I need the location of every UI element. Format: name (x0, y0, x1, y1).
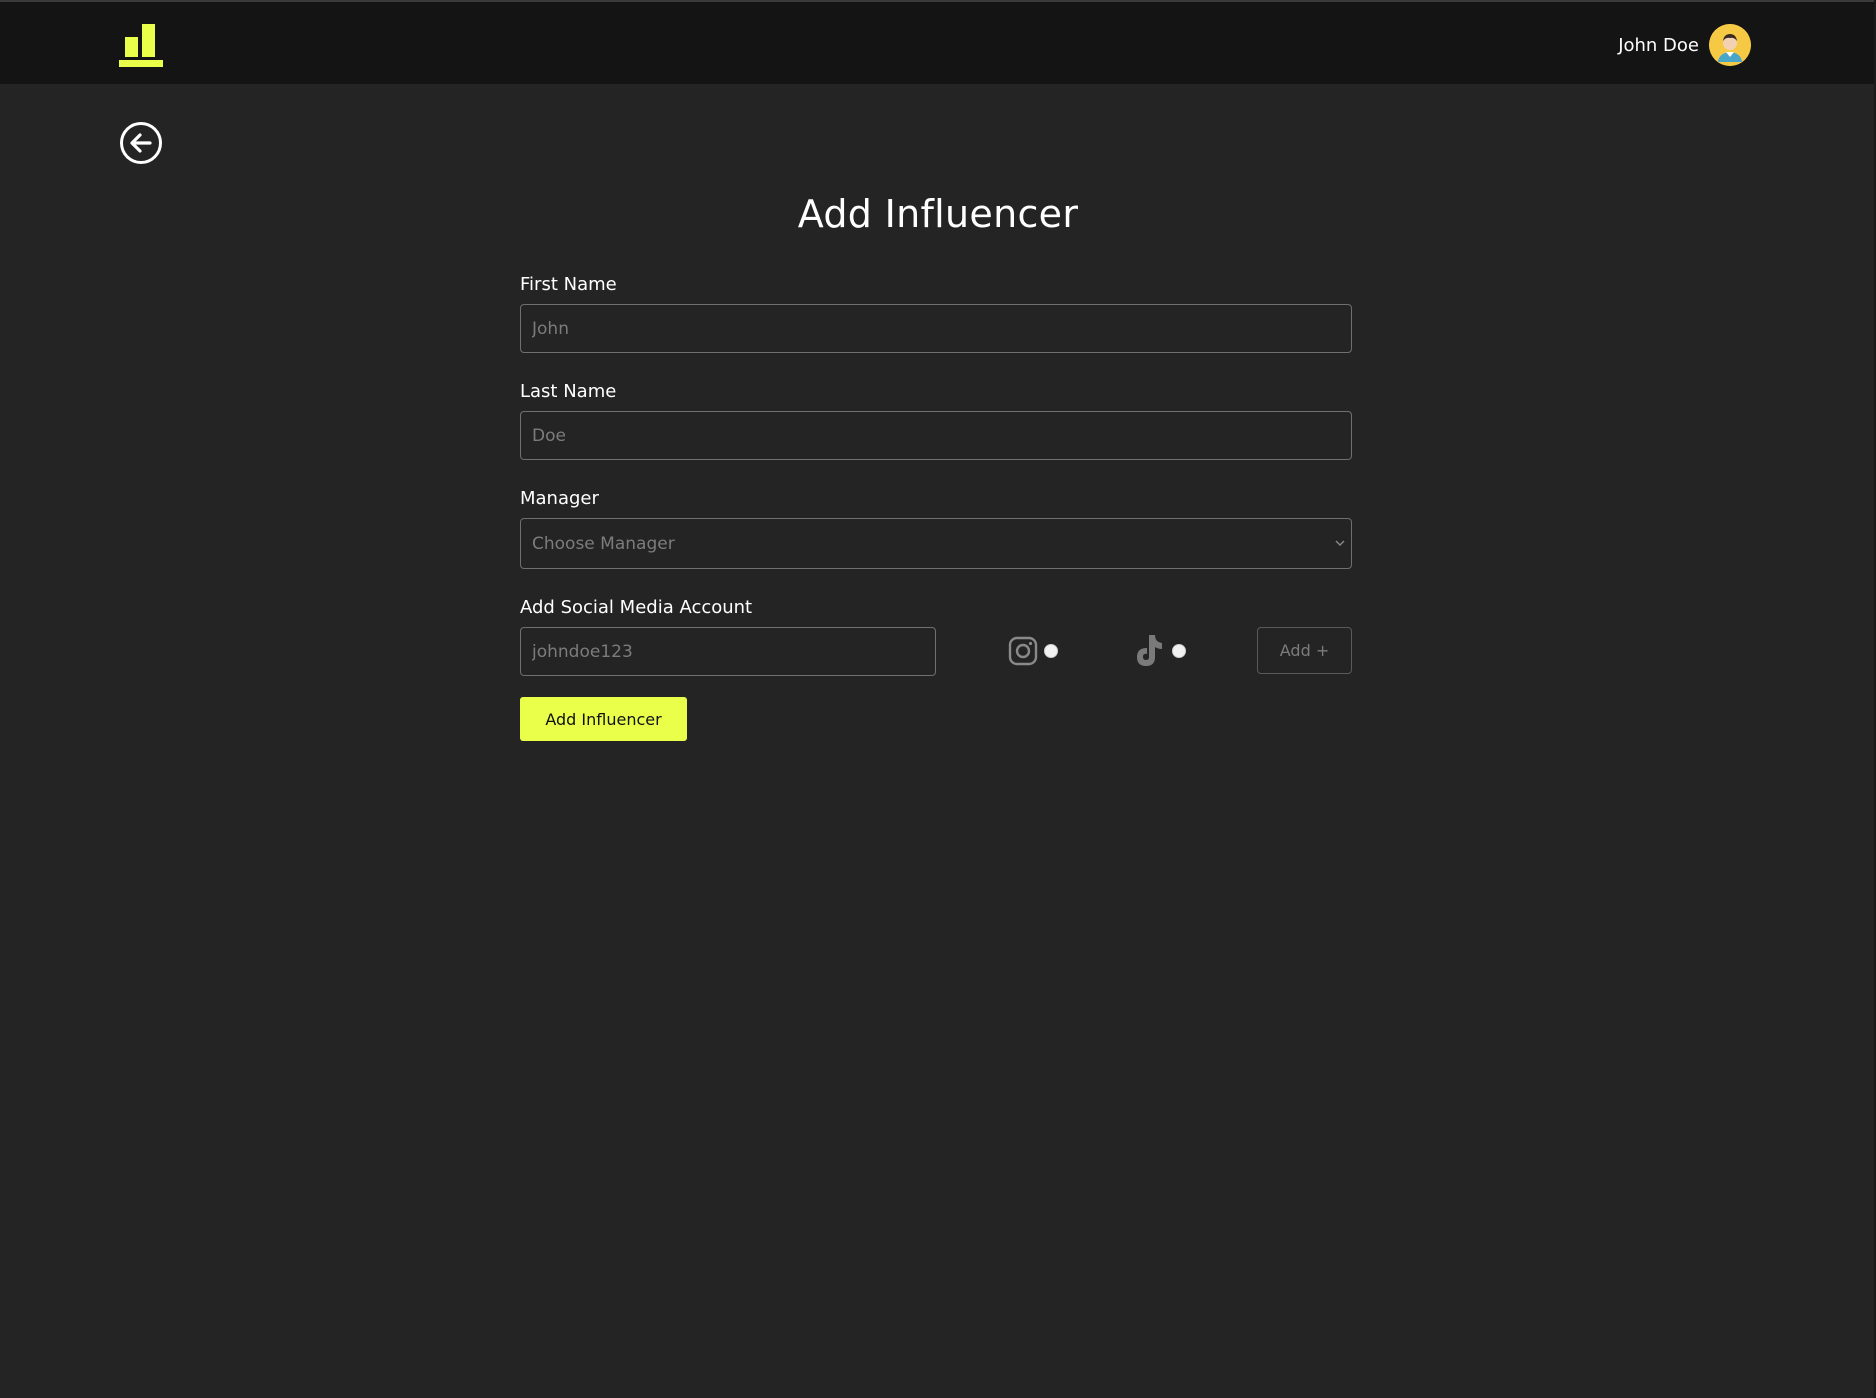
last-name-input[interactable] (520, 411, 1352, 460)
user-avatar-icon (1709, 24, 1751, 66)
social-group: Add Social Media Account johndoe123 Add … (520, 597, 1352, 676)
manager-select[interactable]: Choose Manager (520, 518, 1352, 569)
instagram-option[interactable] (1008, 633, 1058, 669)
last-name-label: Last Name (520, 381, 617, 402)
top-navbar: John Doe (0, 0, 1874, 84)
first-name-group: First Name (520, 274, 1352, 353)
tiktok-radio[interactable] (1172, 644, 1186, 658)
first-name-label: First Name (520, 274, 617, 295)
manager-label: Manager (520, 488, 599, 509)
instagram-radio[interactable] (1044, 644, 1058, 658)
social-handle-input[interactable] (520, 627, 936, 676)
back-arrow-icon[interactable] (119, 121, 163, 165)
user-name: John Doe (1618, 34, 1699, 56)
tiktok-option[interactable] (1132, 633, 1186, 669)
manager-select-value[interactable]: Choose Manager (520, 518, 1352, 569)
last-name-group: Last Name (520, 381, 1352, 460)
manager-group: Manager Choose Manager (520, 488, 1352, 569)
social-row: Add + (520, 627, 1352, 676)
page-title: Add Influencer (797, 192, 1079, 236)
first-name-input[interactable] (520, 304, 1352, 353)
logo-icon[interactable] (119, 24, 163, 68)
add-influencer-button[interactable]: Add Influencer (520, 697, 687, 741)
avatar[interactable] (1709, 24, 1751, 66)
social-label: Add Social Media Account (520, 597, 753, 618)
chevron-down-icon (1335, 540, 1345, 546)
app-window: John Doe Add Influencer First Name L (0, 0, 1876, 1398)
tiktok-icon (1137, 635, 1162, 666)
add-social-button[interactable]: Add + (1257, 627, 1352, 674)
add-influencer-form: First Name Last Name Manager Choose Mana… (520, 274, 1352, 741)
instagram-icon (1008, 636, 1038, 666)
user-menu[interactable]: John Doe (1618, 24, 1751, 66)
